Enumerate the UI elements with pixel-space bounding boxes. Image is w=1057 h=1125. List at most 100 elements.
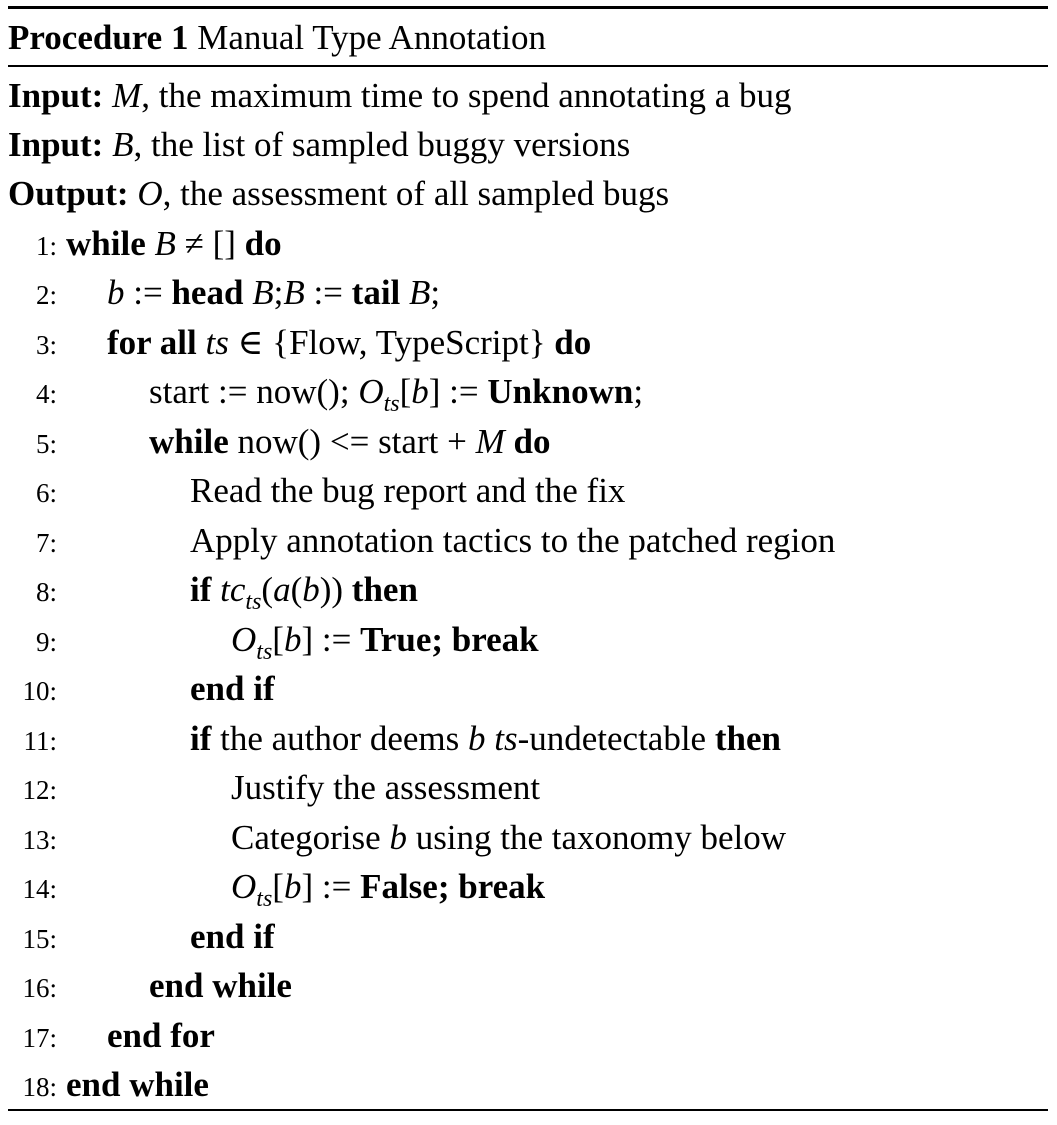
kw-if: if: [190, 570, 212, 609]
algo-line-14: 14: Ots[b] := False; break: [8, 863, 546, 912]
fn-a: a: [273, 570, 291, 609]
op-le: <=: [321, 422, 379, 461]
var-b-list: B: [409, 273, 431, 312]
line-number: 9:: [35, 627, 57, 657]
io-text: , the assessment of all sampled bugs: [162, 174, 670, 213]
var-b: b: [107, 273, 125, 312]
algo-line-16: 16: end while: [8, 962, 292, 1010]
io-kind: Output:: [8, 174, 129, 213]
line-number: 6:: [35, 478, 57, 508]
kw-end-if: end if: [190, 917, 275, 956]
procedure-header: Procedure 1 Manual Type Annotation: [8, 16, 546, 60]
algo-line-9: 9: Ots[b] := True; break: [8, 616, 539, 665]
algo-line-8: 8: if tcts(a(b)) then: [8, 566, 418, 615]
sub-ts: ts: [256, 639, 273, 665]
algo-line-18: 18: end while: [8, 1061, 209, 1109]
kw-break: break: [451, 620, 539, 659]
line-number: 15:: [22, 924, 57, 954]
input-b-line: Input: B, the list of sampled buggy vers…: [8, 121, 630, 169]
kw-tail: tail: [351, 273, 401, 312]
procedure-label: Procedure 1: [8, 18, 189, 57]
algo-line-6: 6: Read the bug report and the fix: [8, 467, 625, 515]
var-b-list: B: [252, 273, 274, 312]
algo-line-11: 11: if the author deems b ts-undetectable…: [8, 715, 781, 763]
line-number: 10:: [22, 676, 57, 706]
line-text: Apply annotation tactics to the patched …: [190, 521, 836, 560]
kw-while: while: [66, 224, 146, 263]
line-text: using the taxonomy below: [406, 818, 787, 857]
op-assign: :=: [313, 620, 361, 659]
line-text: Categorise: [231, 818, 390, 857]
op-assign: :=: [440, 372, 488, 411]
top-rule: [8, 6, 1048, 9]
bottom-rule: [8, 1109, 1048, 1111]
line-text: Read the bug report and the fix: [190, 471, 626, 510]
input-m-line: Input: M, the maximum time to spend anno…: [8, 72, 792, 120]
kw-for-all: for all: [107, 323, 197, 362]
line-number: 3:: [35, 330, 57, 360]
kw-unknown: Unknown: [487, 372, 634, 411]
var-b: b: [283, 620, 302, 659]
line-number: 1:: [35, 231, 57, 261]
op-assign: :=: [124, 273, 172, 312]
var-b: b: [411, 372, 429, 411]
line-text: the author deems: [220, 719, 468, 758]
set-literal: {Flow, TypeScript}: [272, 323, 546, 362]
fn-now: now(): [237, 422, 322, 461]
var-m: M: [475, 422, 505, 461]
kw-then: then: [714, 719, 781, 758]
header-rule: [8, 65, 1048, 67]
line-number: 4:: [35, 379, 57, 409]
var-b: b: [302, 570, 320, 609]
io-var: O: [137, 174, 163, 213]
kw-end-for: end for: [107, 1016, 215, 1055]
algo-line-15: 15: end if: [8, 913, 275, 961]
output-o-line: Output: O, the assessment of all sampled…: [8, 170, 669, 218]
algo-line-10: 10: end if: [8, 665, 274, 713]
var-b: b: [283, 867, 302, 906]
line-number: 17:: [22, 1023, 57, 1053]
kw-false: False: [360, 867, 438, 906]
op-assign: :=: [304, 273, 352, 312]
kw-while: while: [149, 422, 229, 461]
algo-line-4: 4: start := now(); Ots[b] := Unknown;: [8, 368, 643, 417]
algo-line-3: 3: for all ts ∈ {Flow, TypeScript} do: [8, 319, 591, 367]
op-in: ∈: [228, 323, 273, 362]
sub-ts: ts: [256, 886, 273, 912]
var-ts: ts: [205, 323, 229, 362]
kw-end-while: end while: [66, 1065, 209, 1104]
kw-end-while: end while: [149, 966, 292, 1005]
line-number: 16:: [22, 973, 57, 1003]
var-o: O: [231, 867, 257, 906]
line-number: 2:: [35, 280, 57, 310]
line-number: 5:: [35, 429, 57, 459]
io-text: , the list of sampled buggy versions: [133, 125, 631, 164]
var-b-list: B: [283, 273, 305, 312]
var-b: b: [389, 818, 407, 857]
line-number: 13:: [22, 825, 57, 855]
kw-break: break: [458, 867, 546, 906]
fn-now: now(): [256, 372, 340, 411]
var-start: start: [149, 372, 210, 411]
kw-do: do: [554, 323, 592, 362]
kw-then: then: [351, 570, 418, 609]
line-number: 8:: [35, 577, 57, 607]
algo-line-13: 13: Categorise b using the taxonomy below: [8, 814, 786, 862]
line-number: 7:: [35, 528, 57, 558]
op-assign: :=: [209, 372, 257, 411]
kw-do: do: [244, 224, 282, 263]
var-b: b: [467, 719, 486, 758]
io-var: M: [112, 76, 142, 115]
kw-do: do: [513, 422, 551, 461]
algo-line-2: 2: b := head B;B := tail B;: [8, 269, 440, 317]
algo-line-7: 7: Apply annotation tactics to the patche…: [8, 517, 835, 565]
sub-ts: ts: [245, 589, 262, 615]
algo-line-1: 1: while B ≠ [] do: [8, 220, 282, 268]
line-text: -undetectable: [517, 719, 707, 758]
sub-ts: ts: [383, 391, 400, 417]
algo-line-17: 17: end for: [8, 1012, 215, 1060]
op-assign: :=: [313, 867, 361, 906]
algo-line-5: 5: while now() <= start + M do: [8, 418, 550, 466]
line-text: Justify the assessment: [231, 768, 541, 807]
fn-tc: tc: [220, 570, 246, 609]
